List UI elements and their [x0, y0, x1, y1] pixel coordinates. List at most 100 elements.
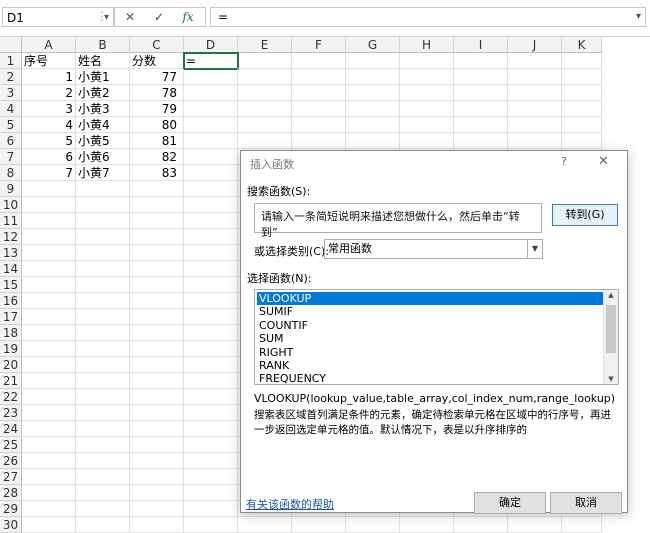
grid-cell[interactable]: [22, 181, 76, 197]
row-header[interactable]: 23: [0, 405, 22, 421]
grid-cell[interactable]: [22, 229, 76, 245]
grid-cell[interactable]: [508, 85, 562, 101]
grid-cell[interactable]: [130, 229, 184, 245]
chevron-down-icon[interactable]: ▼: [527, 240, 542, 258]
function-list-item[interactable]: VLOOKUP: [257, 292, 603, 305]
grid-cell[interactable]: [400, 133, 454, 149]
grid-cell[interactable]: [76, 469, 130, 485]
drag-handle-icon[interactable]: ⋮: [96, 9, 108, 23]
grid-cell[interactable]: [184, 357, 238, 373]
grid-cell[interactable]: [508, 117, 562, 133]
grid-cell[interactable]: [22, 213, 76, 229]
grid-cell[interactable]: [454, 53, 508, 69]
column-header[interactable]: B: [76, 37, 130, 53]
name-cell[interactable]: 小黄5: [76, 133, 130, 149]
search-function-input[interactable]: 请输入一条简短说明来描述您想做什么，然后单击“转到”: [254, 203, 542, 239]
grid-cell[interactable]: [508, 133, 562, 149]
grid-cell[interactable]: [22, 197, 76, 213]
grid-cell[interactable]: [130, 293, 184, 309]
grid-cell[interactable]: [184, 389, 238, 405]
grid-cell[interactable]: [76, 453, 130, 469]
row-header[interactable]: 5: [0, 117, 22, 133]
function-list[interactable]: VLOOKUP SUMIF COUNTIF SUM RIGHT RANK FREQUENCY…: [254, 289, 619, 385]
grid-cell[interactable]: [184, 277, 238, 293]
grid-cell[interactable]: [454, 133, 508, 149]
grid-cell[interactable]: [76, 501, 130, 517]
grid-cell[interactable]: [184, 437, 238, 453]
grid-cell[interactable]: [184, 117, 238, 133]
row-header[interactable]: 17: [0, 309, 22, 325]
grid-cell[interactable]: [130, 389, 184, 405]
function-list-item[interactable]: RANK: [257, 359, 603, 372]
row-header[interactable]: 26: [0, 453, 22, 469]
grid-cell[interactable]: [508, 517, 562, 533]
name-cell[interactable]: 小黄3: [76, 101, 130, 117]
goto-button[interactable]: 转到(G): [552, 204, 618, 226]
scrollbar[interactable]: ▲ ▼: [603, 290, 618, 384]
row-header[interactable]: 14: [0, 261, 22, 277]
header-cell-a[interactable]: 序号: [22, 53, 76, 69]
grid-cell[interactable]: [292, 101, 346, 117]
grid-cell[interactable]: [184, 181, 238, 197]
grid-cell[interactable]: [238, 117, 292, 133]
header-cell-b[interactable]: 姓名: [76, 53, 130, 69]
function-list-item[interactable]: SUM: [257, 332, 603, 345]
id-cell[interactable]: 4: [22, 117, 76, 133]
grid-cell[interactable]: [76, 245, 130, 261]
scroll-down-icon[interactable]: ▼: [604, 375, 618, 383]
grid-cell[interactable]: [22, 325, 76, 341]
grid-cell[interactable]: [130, 437, 184, 453]
grid-cell[interactable]: [400, 101, 454, 117]
grid-cell[interactable]: [454, 117, 508, 133]
grid-cell[interactable]: [130, 373, 184, 389]
grid-cell[interactable]: [22, 293, 76, 309]
grid-cell[interactable]: [292, 517, 346, 533]
grid-cell[interactable]: [400, 53, 454, 69]
grid-cell[interactable]: [454, 101, 508, 117]
grid-cell[interactable]: [76, 405, 130, 421]
grid-cell[interactable]: [346, 117, 400, 133]
grid-cell[interactable]: [562, 101, 602, 117]
formula-input[interactable]: = ▾: [210, 7, 646, 27]
row-header[interactable]: 19: [0, 341, 22, 357]
grid-cell[interactable]: [130, 517, 184, 533]
scroll-up-icon[interactable]: ▲: [604, 291, 618, 299]
column-header[interactable]: J: [508, 37, 562, 53]
column-header[interactable]: D: [184, 37, 238, 53]
expand-formula-icon[interactable]: ▾: [636, 8, 641, 26]
grid-cell[interactable]: [184, 69, 238, 85]
grid-cell[interactable]: [22, 261, 76, 277]
row-header[interactable]: 2: [0, 69, 22, 85]
grid-cell[interactable]: [346, 53, 400, 69]
grid-cell[interactable]: [454, 517, 508, 533]
grid-cell[interactable]: [130, 469, 184, 485]
row-header[interactable]: 13: [0, 245, 22, 261]
name-cell[interactable]: 小黄7: [76, 165, 130, 181]
grid-cell[interactable]: [130, 453, 184, 469]
function-list-item[interactable]: FREQUENCY: [257, 372, 603, 384]
grid-cell[interactable]: [400, 69, 454, 85]
row-header[interactable]: 9: [0, 181, 22, 197]
grid-cell[interactable]: [76, 213, 130, 229]
column-header[interactable]: K: [562, 37, 602, 53]
row-header[interactable]: 6: [0, 133, 22, 149]
grid-cell[interactable]: [346, 517, 400, 533]
score-cell[interactable]: 82: [130, 149, 184, 165]
function-list-item[interactable]: COUNTIF: [257, 319, 603, 332]
grid-cell[interactable]: [454, 69, 508, 85]
column-header[interactable]: G: [346, 37, 400, 53]
column-header[interactable]: C: [130, 37, 184, 53]
grid-cell[interactable]: [130, 261, 184, 277]
grid-cell[interactable]: [130, 181, 184, 197]
id-cell[interactable]: 5: [22, 133, 76, 149]
grid-cell[interactable]: [76, 325, 130, 341]
id-cell[interactable]: 3: [22, 101, 76, 117]
grid-cell[interactable]: [346, 85, 400, 101]
grid-cell[interactable]: [400, 117, 454, 133]
score-cell[interactable]: 83: [130, 165, 184, 181]
row-header[interactable]: 28: [0, 485, 22, 501]
grid-cell[interactable]: [22, 453, 76, 469]
score-cell[interactable]: 81: [130, 133, 184, 149]
grid-cell[interactable]: [76, 197, 130, 213]
function-list-item[interactable]: RIGHT: [257, 346, 603, 359]
